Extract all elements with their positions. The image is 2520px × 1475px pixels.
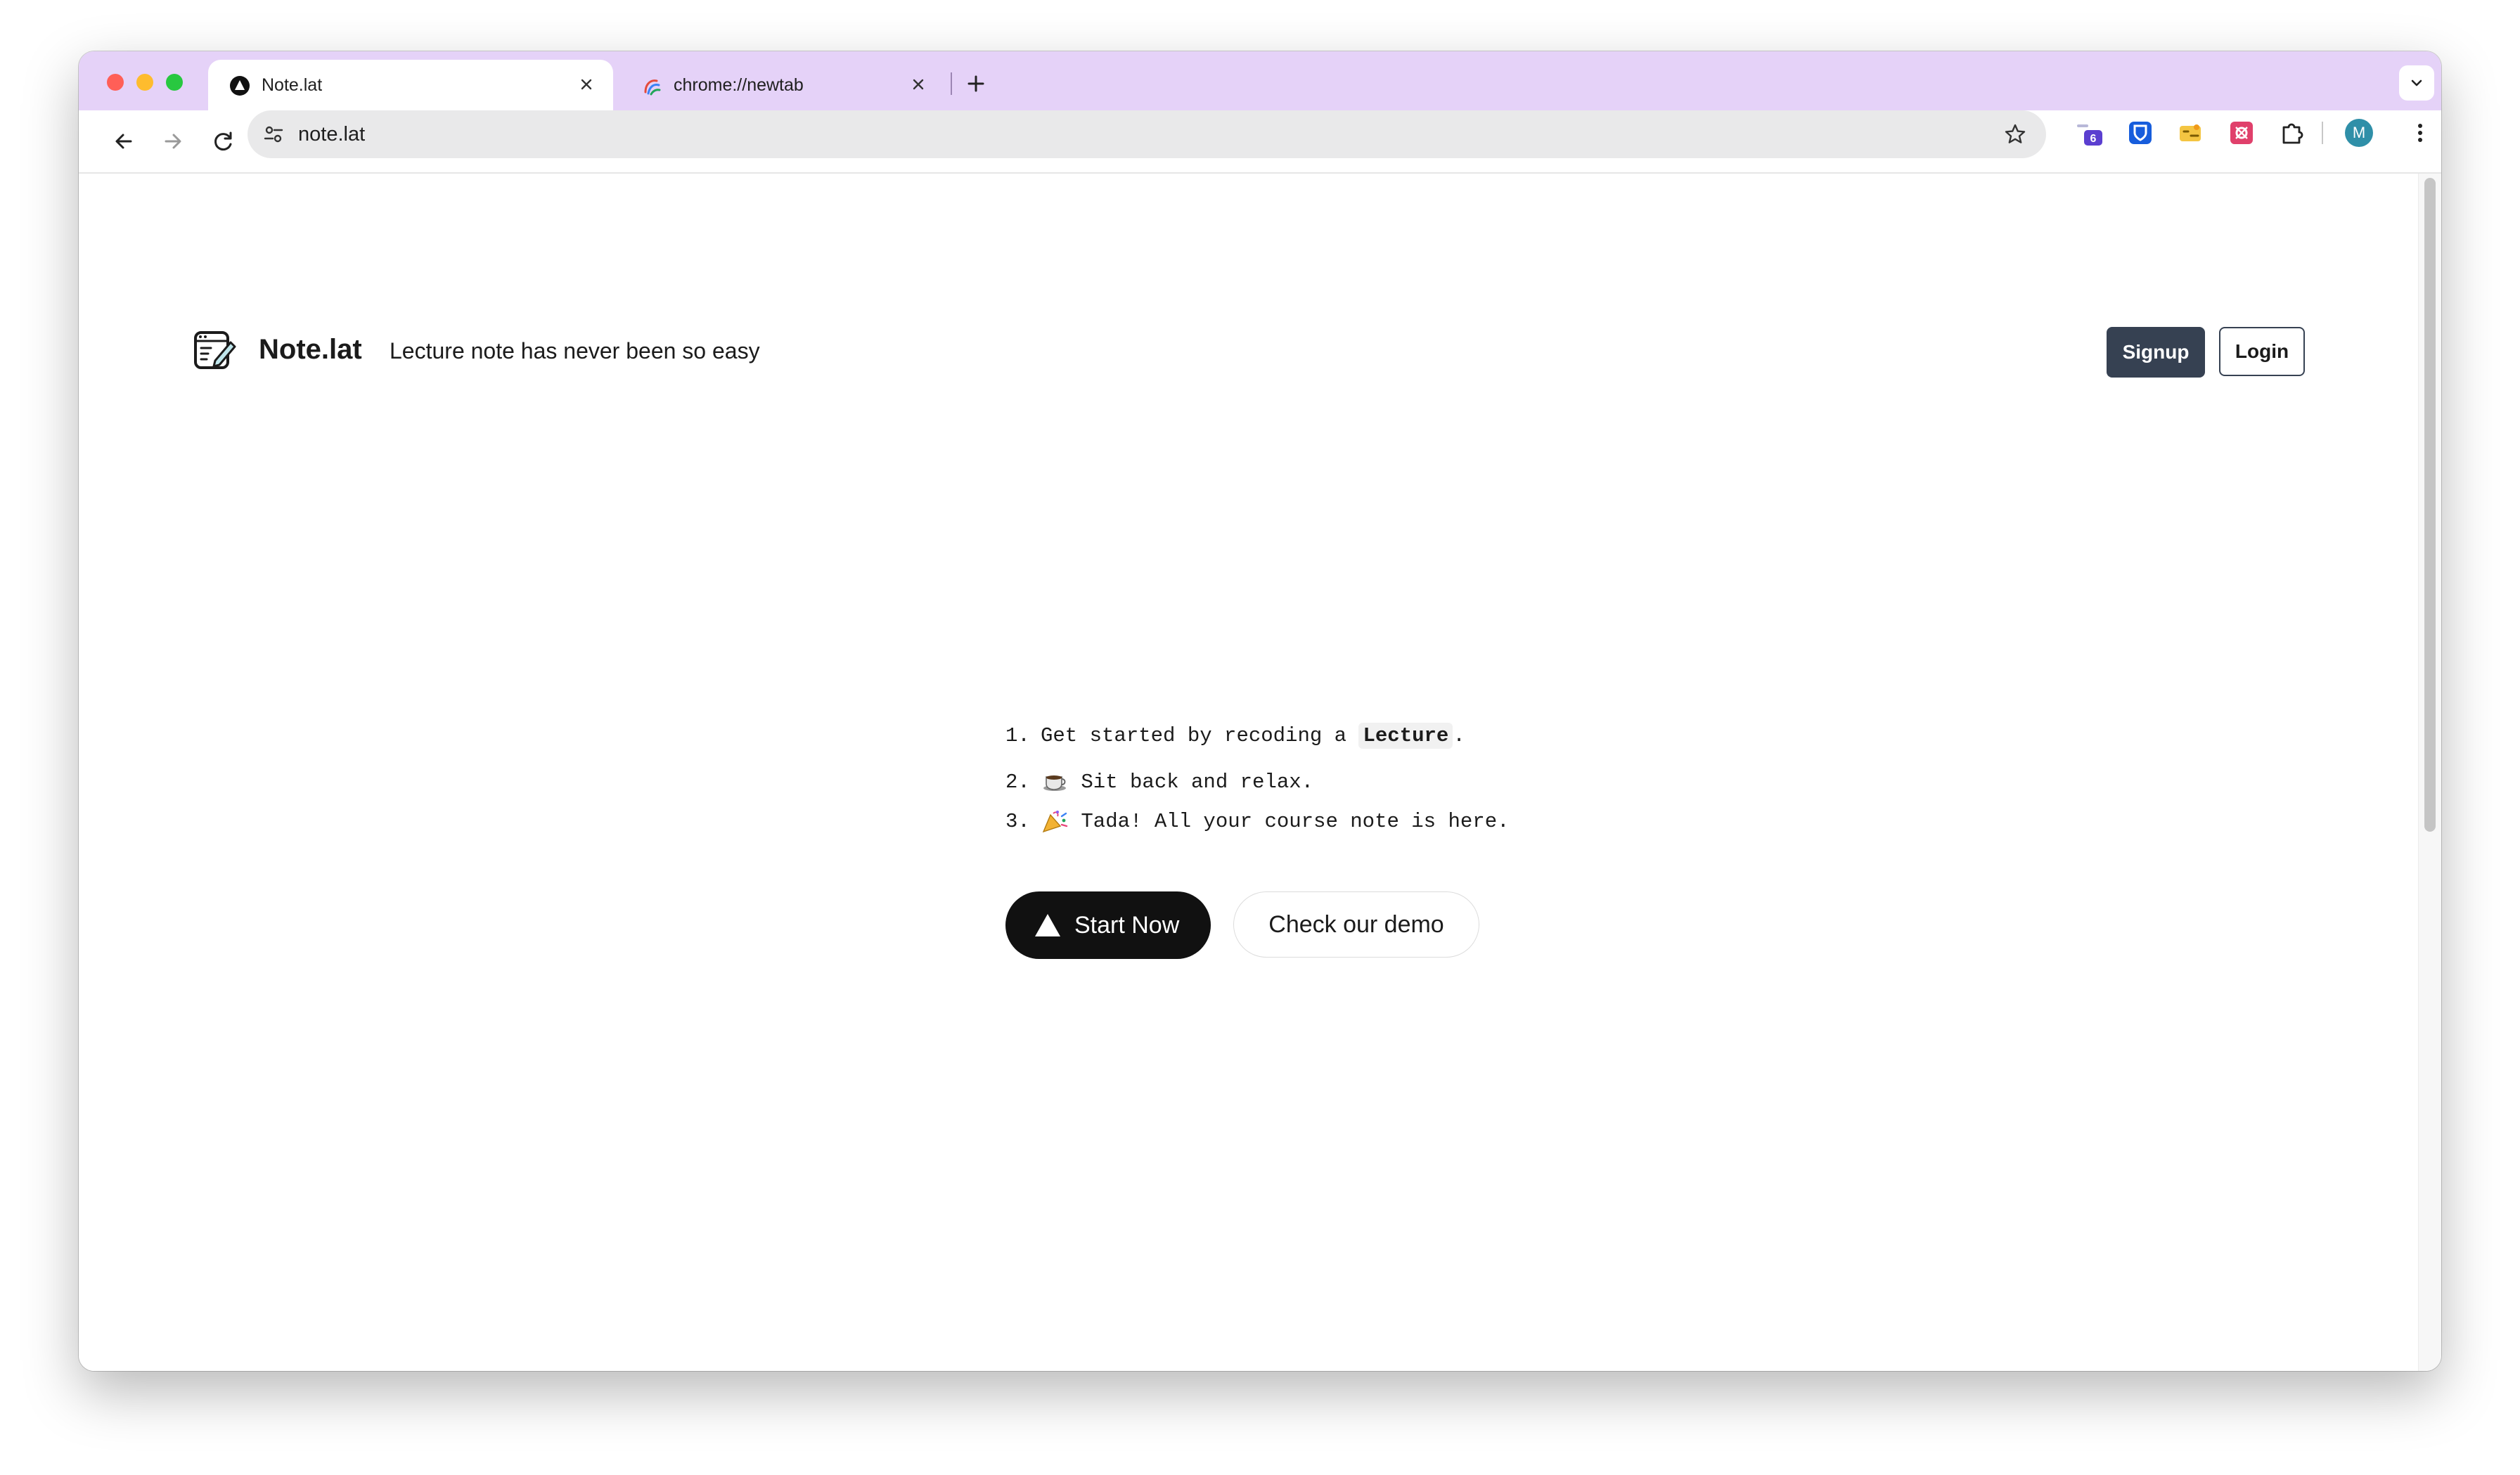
tab-newtab[interactable]: chrome://newtab xyxy=(620,60,945,110)
step-number: 3. xyxy=(1005,810,1030,833)
bookmark-star-icon[interactable] xyxy=(2002,122,2028,147)
bitwarden-shield-icon[interactable] xyxy=(2126,119,2154,147)
step-text: . xyxy=(1453,724,1465,747)
party-popper-icon xyxy=(1042,811,1068,833)
forward-arrow-icon[interactable] xyxy=(159,127,187,155)
browser-window: Note.lat chrome://newtab note.lat 6 M No… xyxy=(79,51,2441,1371)
step-item: 3. Tada! All your course note is here. xyxy=(1005,808,1510,836)
tab-title: Note.lat xyxy=(262,75,323,95)
start-now-label: Start Now xyxy=(1074,912,1180,939)
triangle-logo-icon xyxy=(1035,914,1060,936)
scrollbar[interactable] xyxy=(2418,174,2441,1371)
more-menu-icon[interactable] xyxy=(2406,119,2434,147)
signup-button[interactable]: Signup xyxy=(2107,327,2205,378)
site-settings-icon[interactable] xyxy=(262,122,285,146)
scrollbar-thumb[interactable] xyxy=(2424,178,2436,832)
step-item: 2. Sit back and relax. xyxy=(1005,768,1313,797)
address-bar[interactable]: note.lat xyxy=(248,110,2046,158)
step-text: Get started by recoding a xyxy=(1041,724,1347,747)
step-item: 1. Get started by recoding a Lecture. xyxy=(1005,722,1465,750)
tab-separator xyxy=(951,72,952,95)
chrome-newtab-icon xyxy=(644,79,661,96)
step-number: 1. xyxy=(1005,724,1030,747)
profile-avatar[interactable]: M xyxy=(2345,119,2373,147)
start-now-button[interactable]: Start Now xyxy=(1005,891,1211,959)
close-window-button[interactable] xyxy=(107,74,124,91)
url-text: note.lat xyxy=(298,123,366,146)
chevron-down-icon xyxy=(2411,79,2422,86)
check-demo-button[interactable]: Check our demo xyxy=(1233,891,1479,958)
triangle-logo-icon xyxy=(230,76,250,96)
minimize-window-button[interactable] xyxy=(136,74,153,91)
brand-name[interactable]: Note.lat xyxy=(259,333,362,366)
tab-note-lat[interactable]: Note.lat xyxy=(208,60,613,110)
step-number: 2. xyxy=(1005,771,1030,794)
step-code: Lecture xyxy=(1358,723,1453,749)
maximize-window-button[interactable] xyxy=(166,74,183,91)
back-arrow-icon[interactable] xyxy=(110,127,138,155)
page-content: Note.lat Lecture note has never been so … xyxy=(79,174,2441,1371)
flower-extension-icon[interactable] xyxy=(2228,119,2256,147)
login-button[interactable]: Login xyxy=(2219,327,2305,376)
extension-badge-count: 6 xyxy=(2090,133,2097,145)
tab-strip: Note.lat chrome://newtab xyxy=(79,51,2441,110)
tab-title: chrome://newtab xyxy=(674,75,804,95)
close-tab-icon[interactable] xyxy=(907,73,930,96)
new-tab-icon[interactable] xyxy=(962,70,990,98)
notepad-pencil-icon xyxy=(194,331,236,369)
extension-translate-icon: 6 xyxy=(2077,124,2102,146)
close-tab-icon[interactable] xyxy=(575,73,598,96)
step-text: Sit back and relax. xyxy=(1081,771,1314,794)
coffee-icon xyxy=(1043,775,1066,792)
puzzle-extensions-icon[interactable] xyxy=(2278,119,2306,147)
sparkle-extension-icon[interactable] xyxy=(2177,119,2205,147)
reload-icon[interactable] xyxy=(210,127,238,155)
step-text: Tada! All your course note is here. xyxy=(1081,810,1510,833)
extension-badge-button[interactable]: 6 xyxy=(2076,119,2104,147)
tagline: Lecture note has never been so easy xyxy=(390,338,760,363)
toolbar-divider xyxy=(2322,122,2323,144)
tab-search-button[interactable] xyxy=(2399,65,2434,101)
